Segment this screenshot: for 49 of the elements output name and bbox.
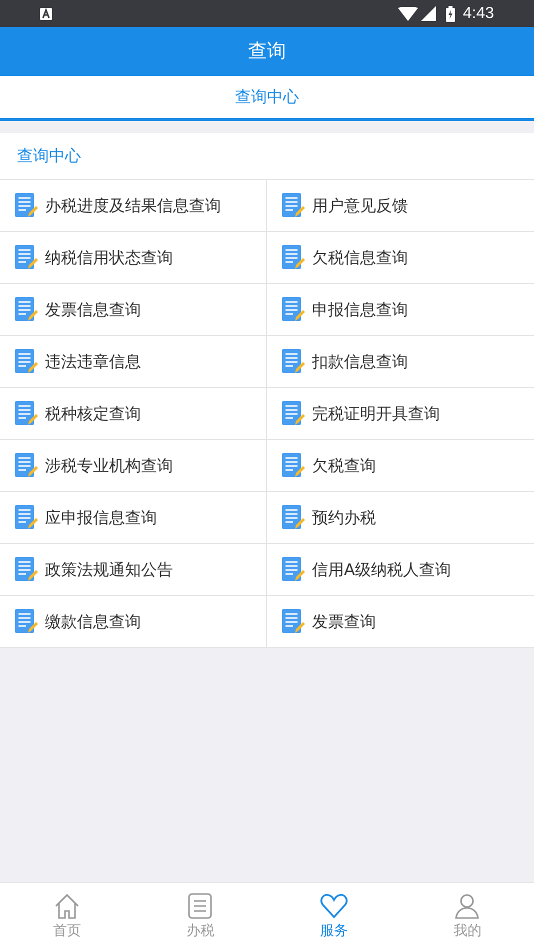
document-pencil-icon [15,452,38,478]
query-item[interactable]: 申报信息查询 [267,284,534,336]
document-pencil-icon [282,244,305,270]
document-pencil-icon [15,400,38,426]
query-item[interactable]: 扣款信息查询 [267,336,534,388]
query-item[interactable]: 用户意见反馈 [267,180,534,232]
query-item[interactable]: 欠税查询 [267,440,534,492]
document-pencil-icon [15,348,38,374]
query-item[interactable]: 办税进度及结果信息查询 [0,180,267,232]
document-pencil-icon [15,608,38,634]
query-item[interactable]: 信用A级纳税人查询 [267,544,534,596]
home-icon [52,892,81,920]
document-pencil-icon [15,504,38,530]
query-item[interactable]: 欠税信息查询 [267,232,534,284]
query-item[interactable]: 应申报信息查询 [0,492,267,544]
list-icon [186,892,214,920]
query-item[interactable]: 违法违章信息 [0,336,267,388]
battery-icon [446,6,455,22]
document-pencil-icon [15,296,38,322]
query-item[interactable]: 完税证明开具查询 [267,388,534,440]
query-item[interactable]: 缴款信息查询 [0,596,267,648]
document-pencil-icon [15,192,38,218]
document-pencil-icon [282,504,305,530]
person-icon [453,892,482,920]
heart-icon [320,892,348,920]
document-pencil-icon [282,608,305,634]
tab[interactable]: 查询中心 [0,76,534,121]
wifi-icon [398,6,418,20]
query-item[interactable]: 纳税信用状态查询 [0,232,267,284]
document-pencil-icon [15,556,38,582]
page-title: 查询 [248,39,286,64]
document-pencil-icon [282,452,305,478]
section-title: 查询中心 [17,145,81,167]
document-pencil-icon [282,192,305,218]
query-item[interactable]: 政策法规通知公告 [0,544,267,596]
clock: 4:43 [462,4,494,24]
document-pencil-icon [282,348,305,374]
nav-tab[interactable]: 服务 [267,883,400,950]
document-pencil-icon [15,244,38,270]
document-pencil-icon [282,296,305,322]
signal-icon [420,6,436,21]
query-item[interactable]: 预约办税 [267,492,534,544]
document-pencil-icon [282,400,305,426]
query-item[interactable]: 发票查询 [267,596,534,648]
document-pencil-icon [282,556,305,582]
query-item[interactable]: 发票信息查询 [0,284,267,336]
query-item[interactable]: 涉税专业机构查询 [0,440,267,492]
query-item[interactable]: 税种核定查询 [0,388,267,440]
notification-icon [40,8,52,20]
